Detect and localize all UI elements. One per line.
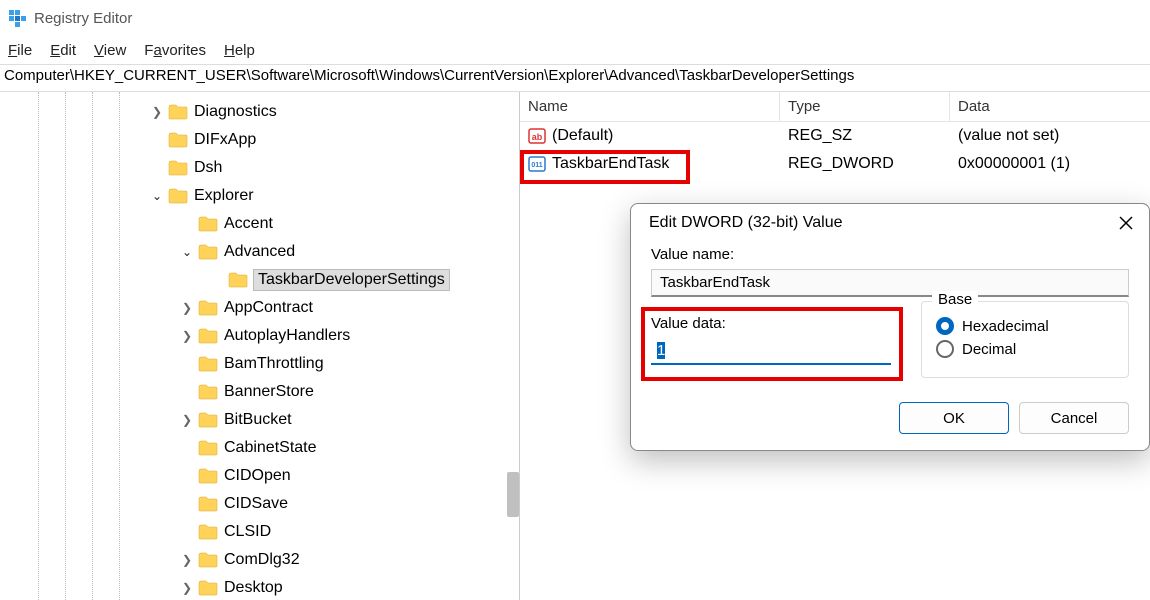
radio-hexadecimal[interactable]: Hexadecimal	[936, 317, 1114, 335]
list-row[interactable]: 011 TaskbarEndTask REG_DWORD0x00000001 (1)	[520, 150, 1150, 178]
value-data-label: Value data:	[651, 315, 891, 332]
tree-label: DIFxApp	[194, 131, 256, 149]
tree-item[interactable]: ❯Desktop	[0, 574, 519, 600]
tree-item[interactable]: ❯ComDlg32	[0, 546, 519, 574]
tree-label: TaskbarDeveloperSettings	[254, 270, 449, 290]
tree-label: BannerStore	[224, 383, 314, 401]
tree-label: ComDlg32	[224, 551, 300, 569]
tree-label: CIDOpen	[224, 467, 291, 485]
menu-file[interactable]: File	[8, 42, 32, 59]
menu-help[interactable]: Help	[224, 42, 255, 59]
address-bar[interactable]: Computer\HKEY_CURRENT_USER\Software\Micr…	[0, 64, 1150, 92]
value-data-input[interactable]	[651, 338, 891, 365]
tree-item[interactable]: ❯AppContract	[0, 294, 519, 322]
cancel-button[interactable]: Cancel	[1019, 402, 1129, 434]
svg-text:ab: ab	[532, 132, 543, 142]
tree-label: Diagnostics	[194, 103, 277, 121]
tree-pane[interactable]: ❯Diagnostics DIFxApp Dsh ⌄Explorer Accent ⌄Ad…	[0, 92, 520, 600]
tree-label: Accent	[224, 215, 273, 233]
value-name: (Default)	[552, 127, 613, 145]
tree-item[interactable]: Accent	[0, 210, 519, 238]
base-group: Base Hexadecimal Decimal	[921, 301, 1129, 378]
tree-label: BitBucket	[224, 411, 292, 429]
value-name: TaskbarEndTask	[552, 155, 669, 173]
dialog-title: Edit DWORD (32-bit) Value	[649, 214, 843, 232]
menu-favorites[interactable]: Favorites	[144, 42, 206, 59]
tree-label: CLSID	[224, 523, 271, 541]
value-data: (value not set)	[950, 122, 1150, 150]
tree-label: BamThrottling	[224, 355, 324, 373]
tree-label: AppContract	[224, 299, 313, 317]
radio-decimal[interactable]: Decimal	[936, 340, 1114, 358]
tree-label: AutoplayHandlers	[224, 327, 350, 345]
tree-item[interactable]: BannerStore	[0, 378, 519, 406]
value-name-field[interactable]: TaskbarEndTask	[651, 269, 1129, 297]
tree-item[interactable]: Dsh	[0, 154, 519, 182]
tree-item[interactable]: CLSID	[0, 518, 519, 546]
list-header[interactable]: Name Type Data	[520, 92, 1150, 122]
tree-item[interactable]: CabinetState	[0, 434, 519, 462]
list-row[interactable]: ab (Default) REG_SZ(value not set)	[520, 122, 1150, 150]
radio-icon	[936, 317, 954, 335]
ok-button[interactable]: OK	[899, 402, 1009, 434]
close-icon[interactable]	[1117, 214, 1135, 232]
tree-item[interactable]: BamThrottling	[0, 350, 519, 378]
edit-dword-dialog: Edit DWORD (32-bit) Value Value name: Ta…	[630, 203, 1150, 451]
tree-label: Desktop	[224, 579, 283, 597]
menu-view[interactable]: View	[94, 42, 126, 59]
radio-icon	[936, 340, 954, 358]
title-bar: Registry Editor	[0, 0, 1150, 36]
column-name[interactable]: Name	[520, 92, 780, 121]
column-type[interactable]: Type	[780, 92, 950, 121]
menu-bar: File Edit View Favorites Help	[0, 36, 1150, 64]
tree-item[interactable]: ⌄Advanced	[0, 238, 519, 266]
column-data[interactable]: Data	[950, 92, 1150, 121]
menu-edit[interactable]: Edit	[50, 42, 76, 59]
tree-label: CabinetState	[224, 439, 317, 457]
tree-item[interactable]: ⌄Explorer	[0, 182, 519, 210]
tree-item[interactable]: CIDOpen	[0, 462, 519, 490]
scrollbar-thumb[interactable]	[507, 472, 519, 517]
tree-label: Explorer	[194, 187, 254, 205]
tree-item[interactable]: ❯BitBucket	[0, 406, 519, 434]
tree-item[interactable]: CIDSave	[0, 490, 519, 518]
tree-item[interactable]: ❯Diagnostics	[0, 98, 519, 126]
tree-item[interactable]: TaskbarDeveloperSettings	[0, 266, 519, 294]
regedit-icon	[8, 9, 26, 27]
value-name-label: Value name:	[651, 246, 1129, 263]
base-legend: Base	[932, 291, 978, 308]
tree-label: Dsh	[194, 159, 222, 177]
tree-label: Advanced	[224, 243, 295, 261]
tree-item[interactable]: ❯AutoplayHandlers	[0, 322, 519, 350]
value-type: REG_SZ	[780, 122, 950, 150]
svg-text:011: 011	[531, 162, 542, 169]
tree-label: CIDSave	[224, 495, 288, 513]
value-data: 0x00000001 (1)	[950, 150, 1150, 178]
window-title: Registry Editor	[34, 10, 132, 27]
value-type: REG_DWORD	[780, 150, 950, 178]
tree-item[interactable]: DIFxApp	[0, 126, 519, 154]
